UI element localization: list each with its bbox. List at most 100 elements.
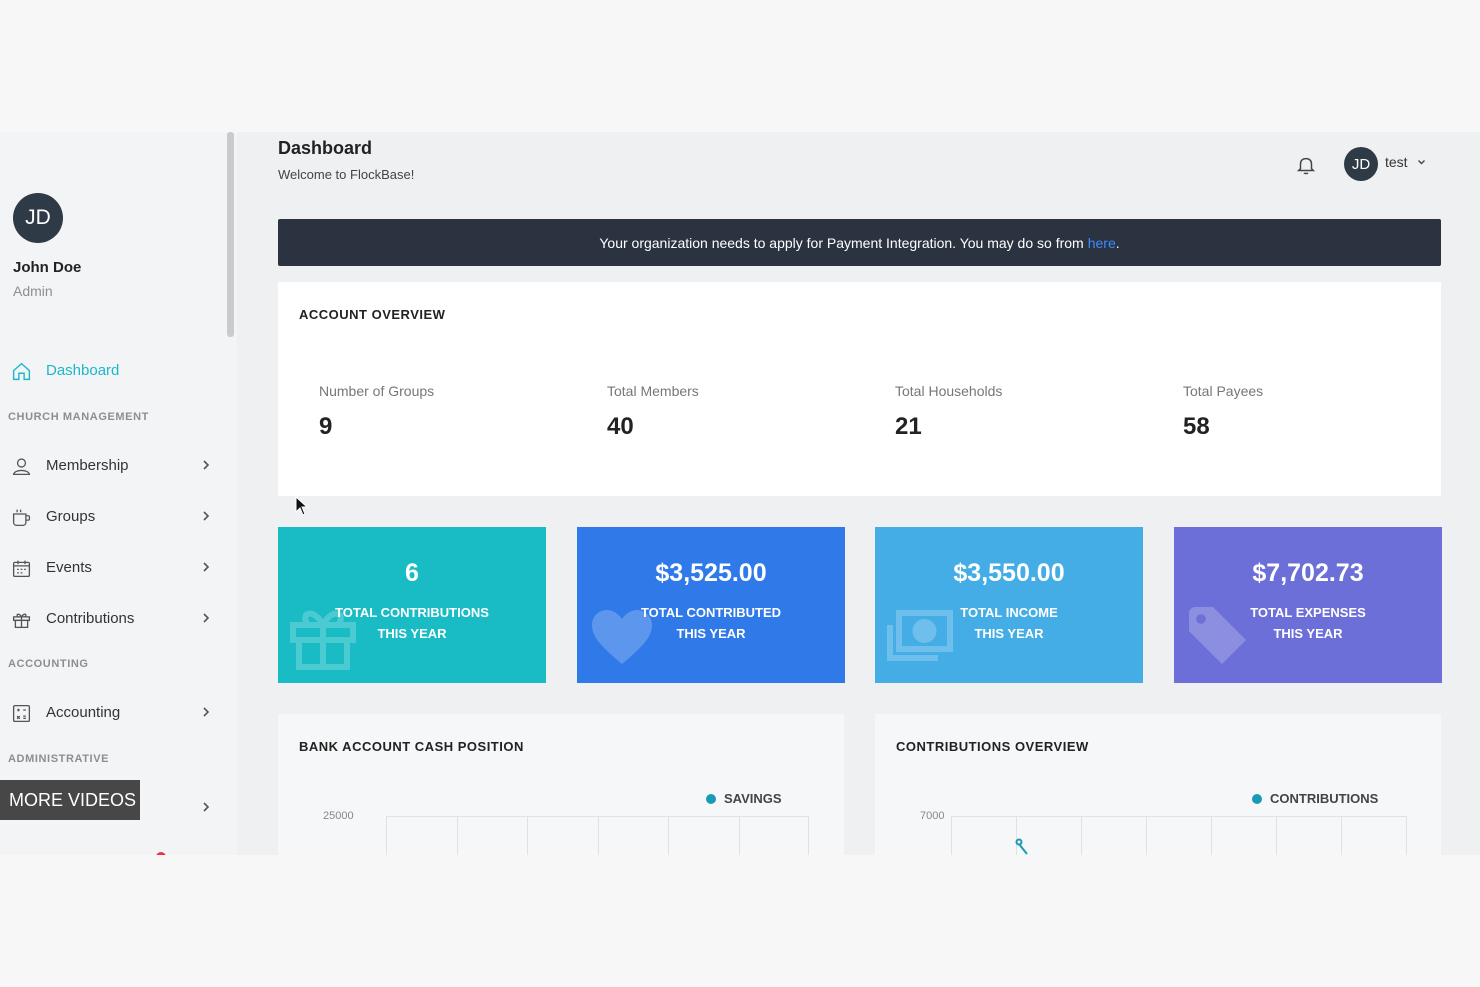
calendar-icon (12, 560, 31, 578)
header-username[interactable]: test (1385, 154, 1408, 170)
banner-text: Your organization needs to apply for Pay… (599, 234, 1084, 251)
sidebar-item-label: Events (46, 559, 92, 576)
sidebar-item-label: Membership (46, 457, 129, 474)
account-overview-card: ACCOUNT OVERVIEW Number of Groups 9 Tota… (278, 282, 1441, 496)
banner-link[interactable]: here (1088, 235, 1116, 251)
banner-suffix: . (1115, 234, 1120, 251)
sidebar: JD John Doe Admin Dashboard CHURCH MANAG… (0, 132, 237, 855)
y-tick-label: 7000 (920, 810, 945, 822)
stat-label: Total Members (607, 383, 699, 399)
person-icon (12, 458, 31, 476)
chart-gridline (1211, 816, 1212, 855)
sidebar-item-label: Dashboard (46, 362, 120, 379)
tile-label: TOTAL CONTRIBUTED THIS YEAR (640, 605, 782, 641)
chart-legend[interactable]: SAVINGS (706, 791, 782, 806)
chart-gridline (808, 816, 809, 855)
chart-gridline (386, 816, 808, 817)
chevron-right-icon (203, 707, 210, 717)
chart-gridline (739, 816, 740, 855)
letterbox-bottom (0, 855, 1480, 987)
sidebar-item-label: Accounting (46, 704, 121, 721)
chart-gridline (386, 816, 387, 855)
legend-label: CONTRIBUTIONS (1270, 791, 1379, 806)
tile-value: $7,702.73 (1252, 559, 1364, 587)
chevron-right-icon (203, 460, 210, 470)
payment-integration-banner: Your organization needs to apply for Pay… (278, 219, 1441, 266)
stat-value: 21 (895, 413, 922, 440)
chart-gridline (951, 816, 1406, 817)
tile-total-contributions[interactable]: 6 TOTAL CONTRIBUTIONS THIS YEAR (278, 527, 546, 683)
gift-icon (12, 613, 31, 629)
tile-total-income[interactable]: $3,550.00 TOTAL INCOME THIS YEAR (875, 527, 1143, 683)
stat-value: 58 (1183, 413, 1210, 440)
chart-gridline (1081, 816, 1082, 855)
tile-value: $3,525.00 (655, 559, 767, 587)
sidebar-item-label: Groups (46, 508, 96, 525)
home-icon (12, 362, 31, 381)
y-tick-label: 25000 (323, 810, 354, 822)
chart-gridline (527, 816, 528, 855)
calculator-icon (12, 704, 31, 723)
card-title: BANK ACCOUNT CASH POSITION (299, 739, 524, 754)
chevron-right-icon (203, 802, 210, 812)
page-title: Dashboard (278, 138, 373, 158)
user-role: Admin (13, 283, 53, 299)
sidebar-item-events[interactable]: Events (0, 550, 227, 586)
sidebar-item-label: Contributions (46, 610, 135, 627)
chart-gridline (951, 816, 952, 855)
chevron-down-icon[interactable] (1417, 158, 1426, 166)
main-content: Dashboard Welcome to FlockBase! JD test … (237, 132, 1480, 855)
chart-gridline (1406, 816, 1407, 855)
sidebar-item-dashboard[interactable]: Dashboard (0, 353, 227, 389)
tile-total-expenses[interactable]: $7,702.73 TOTAL EXPENSES THIS YEAR (1174, 527, 1442, 683)
chevron-right-icon (203, 613, 210, 623)
letterbox-top (0, 0, 1480, 132)
chart-gridline (598, 816, 599, 855)
sidebar-scrollbar[interactable] (227, 132, 234, 337)
stat-label: Total Payees (1183, 383, 1264, 399)
bell-icon[interactable] (1295, 154, 1317, 176)
stat-label: Total Households (895, 383, 1003, 399)
sidebar-item-accounting[interactable]: Accounting (0, 695, 227, 731)
bank-cash-position-card: BANK ACCOUNT CASH POSITION SAVINGS 25000 (278, 714, 844, 855)
stat-value: 9 (319, 413, 333, 440)
stat-value: 40 (607, 413, 634, 440)
card-title: CONTRIBUTIONS OVERVIEW (896, 739, 1089, 754)
chart-legend[interactable]: CONTRIBUTIONS (1252, 791, 1378, 806)
chart-gridline (1276, 816, 1277, 855)
mouse-cursor-icon (295, 496, 309, 516)
tile-value: $3,550.00 (953, 559, 1065, 587)
chart-data-point[interactable] (1009, 838, 1033, 855)
chart-gridline (1146, 816, 1147, 855)
more-videos-button[interactable]: MORE VIDEOS (0, 780, 140, 820)
tile-label: TOTAL INCOME THIS YEAR (960, 605, 1058, 641)
chart-gridline (1341, 816, 1342, 855)
chart-gridline (457, 816, 458, 855)
chart-gridline (668, 816, 669, 855)
section-administrative: ADMINISTRATIVE (8, 753, 110, 765)
sidebar-item-membership[interactable]: Membership (0, 448, 227, 484)
tile-label: TOTAL CONTRIBUTIONS THIS YEAR (335, 605, 489, 641)
tile-value: 6 (405, 559, 419, 587)
legend-dot (706, 793, 716, 804)
stat-households: Total Households 21 (895, 383, 1002, 441)
chevron-right-icon (203, 511, 210, 521)
app-frame: JD John Doe Admin Dashboard CHURCH MANAG… (0, 132, 1480, 855)
tile-label: TOTAL EXPENSES THIS YEAR (1250, 605, 1366, 641)
sidebar-avatar: JD (13, 193, 63, 243)
page-subtitle: Welcome to FlockBase! (278, 167, 415, 182)
tile-total-contributed[interactable]: $3,525.00 TOTAL CONTRIBUTED THIS YEAR (577, 527, 845, 683)
stat-groups: Number of Groups 9 (319, 383, 434, 441)
sidebar-item-contributions[interactable]: Contributions (0, 601, 227, 637)
legend-dot (1252, 793, 1262, 804)
user-name: John Doe (13, 259, 82, 276)
section-accounting: ACCOUNTING (8, 658, 89, 670)
cup-icon (12, 509, 31, 527)
sidebar-item-groups[interactable]: Groups (0, 499, 227, 535)
contributions-overview-card: CONTRIBUTIONS OVERVIEW CONTRIBUTIONS 700… (875, 714, 1441, 855)
legend-label: SAVINGS (724, 791, 782, 806)
section-church-management: CHURCH MANAGEMENT (8, 411, 149, 423)
card-title: ACCOUNT OVERVIEW (299, 307, 446, 322)
stat-members: Total Members 40 (607, 383, 699, 441)
header-avatar[interactable]: JD (1344, 147, 1378, 181)
